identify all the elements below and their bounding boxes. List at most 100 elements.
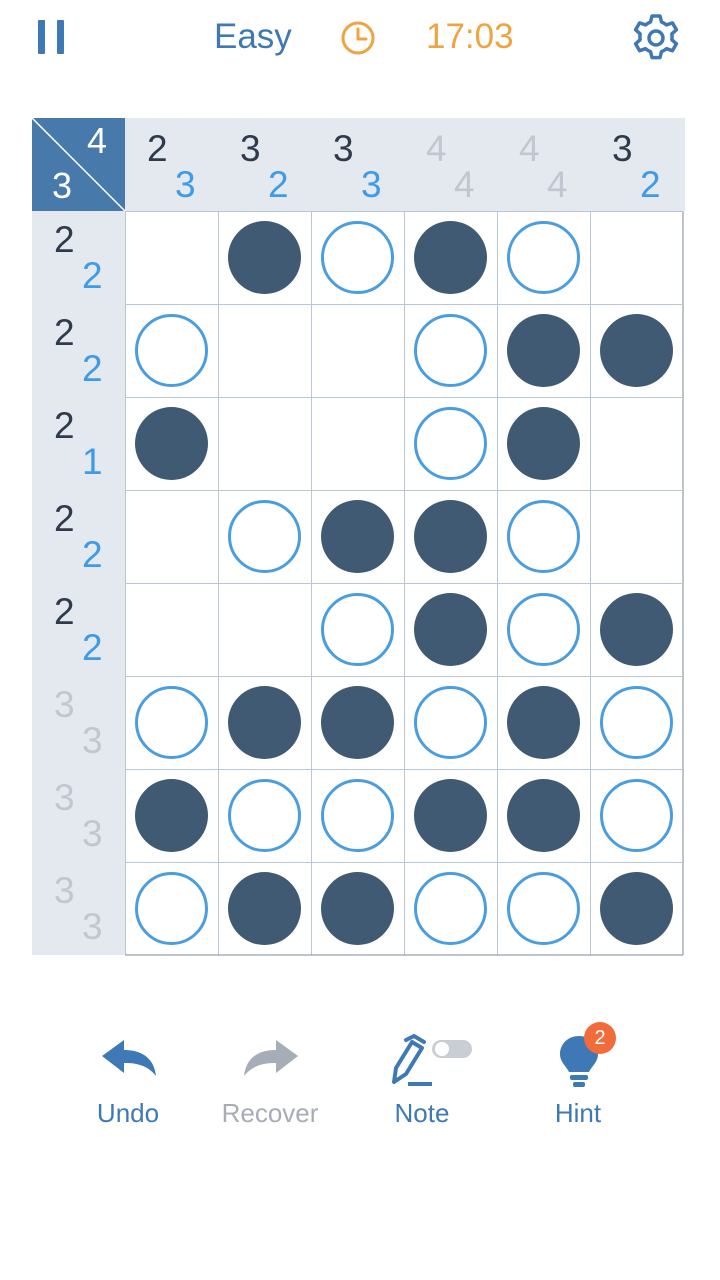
recover-button[interactable]: Recover	[200, 1030, 340, 1140]
row-clue-top: 3	[54, 777, 75, 818]
grid-cell[interactable]	[311, 862, 404, 955]
grid-cell[interactable]	[125, 583, 218, 676]
grid-cell[interactable]	[404, 583, 497, 676]
grid-cell[interactable]	[311, 304, 404, 397]
grid-cell[interactable]	[404, 304, 497, 397]
grid-cell[interactable]	[218, 862, 311, 955]
row-clue-bottom: 3	[82, 813, 103, 854]
column-clue-bottom: 2	[268, 164, 289, 205]
column-clue-bottom: 4	[454, 164, 475, 205]
redo-icon	[244, 1040, 298, 1076]
grid-cell[interactable]	[218, 769, 311, 862]
row-clue-top: 2	[54, 312, 75, 353]
grid-cell[interactable]	[125, 676, 218, 769]
grid-cell[interactable]	[497, 490, 590, 583]
hint-button[interactable]: 2 Hint	[508, 1022, 648, 1140]
grid-cell[interactable]	[218, 304, 311, 397]
grid-cell[interactable]	[125, 304, 218, 397]
row-clue-bottom: 2	[82, 627, 103, 668]
grid-cell[interactable]	[125, 397, 218, 490]
gear-icon[interactable]	[630, 12, 682, 64]
black-disc	[321, 686, 394, 759]
grid-cell[interactable]	[590, 211, 683, 304]
row-clue-top: 2	[54, 498, 75, 539]
grid-cell[interactable]	[497, 862, 590, 955]
grid-cell[interactable]	[497, 769, 590, 862]
grid-cell[interactable]	[404, 490, 497, 583]
grid-cell[interactable]	[125, 862, 218, 955]
grid-cell[interactable]	[497, 211, 590, 304]
column-clue: 32	[218, 118, 311, 211]
grid-cell[interactable]	[125, 490, 218, 583]
grid-cell[interactable]	[497, 397, 590, 490]
black-disc	[414, 779, 487, 852]
white-disc	[414, 686, 487, 759]
grid-cell[interactable]	[404, 862, 497, 955]
grid-cell[interactable]	[590, 676, 683, 769]
corner-clue-top: 4	[86, 120, 107, 161]
black-disc	[228, 221, 301, 294]
white-disc	[414, 314, 487, 387]
corner-clue: 4 3	[32, 118, 125, 211]
grid-cell[interactable]	[497, 304, 590, 397]
black-disc	[321, 500, 394, 573]
grid-cell[interactable]	[404, 397, 497, 490]
grid-cell[interactable]	[497, 676, 590, 769]
row-clue-bottom: 2	[82, 348, 103, 389]
grid-cell[interactable]	[590, 490, 683, 583]
grid-cell[interactable]	[311, 211, 404, 304]
white-disc	[135, 686, 208, 759]
column-clue: 33	[311, 118, 404, 211]
black-disc	[507, 314, 580, 387]
column-clue-bottom: 2	[640, 164, 661, 205]
black-disc	[414, 593, 487, 666]
row-clue: 33	[32, 862, 125, 955]
grid-cell[interactable]	[218, 676, 311, 769]
grid-cell[interactable]	[218, 397, 311, 490]
grid-cell[interactable]	[497, 583, 590, 676]
row-clue-bottom: 2	[82, 534, 103, 575]
row-clue: 33	[32, 676, 125, 769]
black-disc	[228, 872, 301, 945]
grid-cell[interactable]	[404, 769, 497, 862]
grid-cell[interactable]	[311, 769, 404, 862]
row-clue: 22	[32, 490, 125, 583]
white-disc	[135, 314, 208, 387]
grid-cell[interactable]	[311, 397, 404, 490]
grid-cell[interactable]	[590, 583, 683, 676]
grid-cell[interactable]	[404, 676, 497, 769]
column-clue: 23	[125, 118, 218, 211]
black-disc	[507, 779, 580, 852]
grid-cell[interactable]	[590, 769, 683, 862]
grid-cell[interactable]	[311, 490, 404, 583]
column-clue: 44	[404, 118, 497, 211]
grid-cell[interactable]	[590, 397, 683, 490]
black-disc	[600, 314, 673, 387]
grid-cell[interactable]	[590, 304, 683, 397]
row-clue: 22	[32, 583, 125, 676]
row-clue-top: 3	[54, 684, 75, 725]
black-disc	[507, 686, 580, 759]
grid-cell[interactable]	[218, 583, 311, 676]
white-disc	[321, 779, 394, 852]
row-clue-top: 2	[54, 219, 75, 260]
grid-cell[interactable]	[218, 490, 311, 583]
grid-cell[interactable]	[311, 583, 404, 676]
grid-cell[interactable]	[218, 211, 311, 304]
white-disc	[321, 221, 394, 294]
grid-cell[interactable]	[125, 769, 218, 862]
grid-cell[interactable]	[125, 211, 218, 304]
undo-button[interactable]: Undo	[58, 1030, 198, 1140]
row-clue-top: 2	[54, 591, 75, 632]
row-clue-top: 3	[54, 870, 75, 911]
grid-cell[interactable]	[404, 211, 497, 304]
pause-icon[interactable]	[38, 20, 66, 54]
white-disc	[600, 686, 673, 759]
row-clue-top: 2	[54, 405, 75, 446]
column-clue: 44	[497, 118, 590, 211]
grid-cell[interactable]	[311, 676, 404, 769]
row-clue-bottom: 2	[82, 255, 103, 296]
recover-label: Recover	[221, 1098, 319, 1128]
grid-cell[interactable]	[590, 862, 683, 955]
note-button[interactable]: Note	[352, 1030, 492, 1140]
